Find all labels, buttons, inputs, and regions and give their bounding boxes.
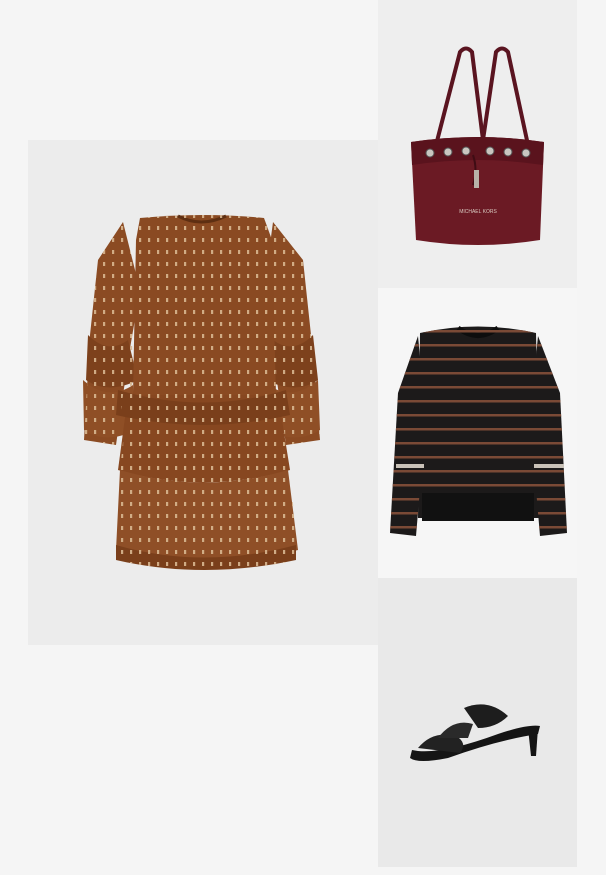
product-tile-dress[interactable] — [28, 140, 378, 645]
product-tile-bag[interactable]: MICHAEL KORS — [378, 0, 577, 288]
dress-image — [83, 214, 320, 570]
bag-image: MICHAEL KORS — [411, 46, 544, 245]
product-tile-sweater[interactable] — [378, 288, 577, 578]
sandal-image — [410, 704, 540, 761]
sweater-image — [390, 325, 567, 536]
bag-logo: MICHAEL KORS — [459, 209, 497, 215]
product-tile-shoe[interactable] — [378, 578, 577, 867]
